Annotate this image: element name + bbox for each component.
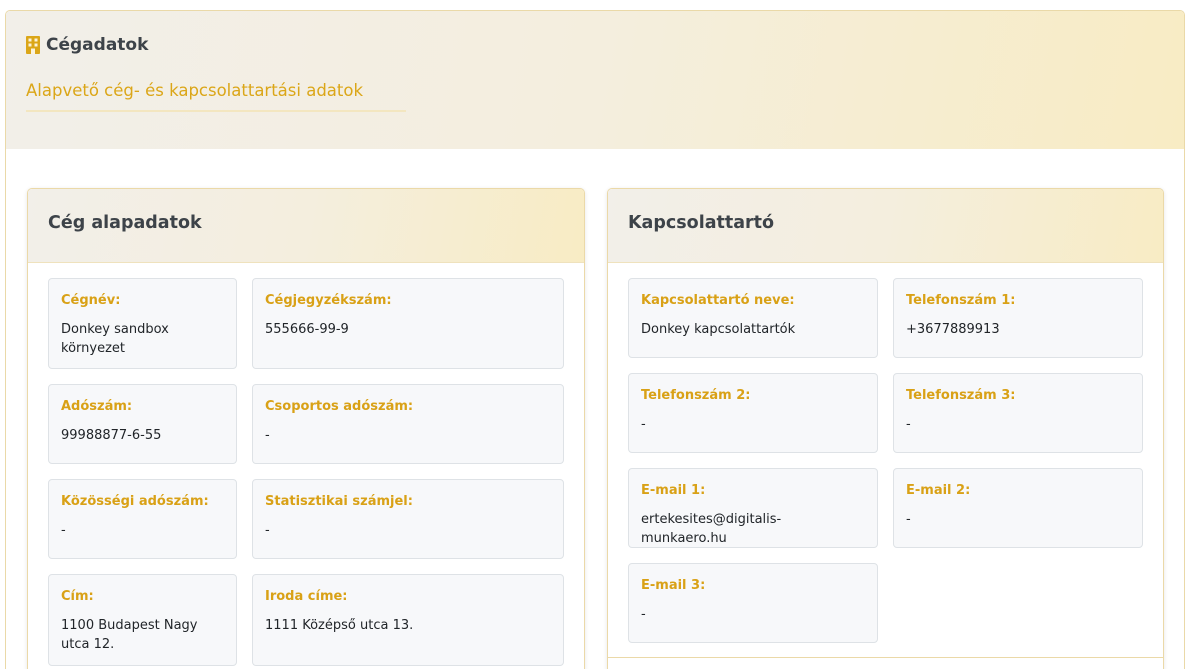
field-label: Telefonszám 2:	[641, 388, 751, 403]
field-value: 1100 Budapest Nagy utca 12.	[61, 618, 198, 652]
field-group-tax-number: Csoportos adószám: -	[252, 384, 564, 464]
field-label: E-mail 3:	[641, 578, 706, 593]
field-label: Kapcsolattartó neve:	[641, 293, 795, 308]
page-title: Cégadatok	[46, 35, 149, 55]
page-subtitle: Alapvető cég- és kapcsolattartási adatok	[26, 81, 406, 112]
field-value: 1111 Középső utca 13.	[265, 618, 414, 633]
field-value: -	[265, 523, 270, 538]
field-phone-3: Telefonszám 3: -	[893, 373, 1143, 453]
field-label: Statisztikai számjel:	[265, 494, 413, 509]
field-label: E-mail 2:	[906, 483, 971, 498]
field-company-name: Cégnév: Donkey sandbox környezet	[48, 278, 237, 369]
field-contact-name: Kapcsolattartó neve: Donkey kapcsolattar…	[628, 278, 878, 358]
page-title-row: Cégadatok	[26, 35, 1164, 55]
field-email-1: E-mail 1: ertekesites@digitalis-munkaero…	[628, 468, 878, 548]
contact-panel-footer	[608, 657, 1163, 669]
field-tax-number: Adószám: 99988877-6-55	[48, 384, 237, 464]
field-value: Donkey sandbox környezet	[61, 322, 169, 356]
contact-title: Kapcsolattartó	[628, 213, 775, 233]
company-basics-title: Cég alapadatok	[48, 213, 202, 233]
field-value: Donkey kapcsolattartók	[641, 322, 796, 337]
field-value: -	[641, 417, 646, 432]
field-label: Csoportos adószám:	[265, 399, 414, 414]
field-value: 555666-99-9	[265, 322, 349, 337]
field-email-2: E-mail 2: -	[893, 468, 1143, 548]
field-phone-2: Telefonszám 2: -	[628, 373, 878, 453]
field-value: -	[906, 417, 911, 432]
field-label: Telefonszám 1:	[906, 293, 1016, 308]
field-label: Telefonszám 3:	[906, 388, 1016, 403]
field-label: Iroda címe:	[265, 589, 348, 604]
contact-panel: Kapcsolattartó Kapcsolattartó neve: Donk…	[607, 188, 1164, 669]
field-label: Adószám:	[61, 399, 133, 414]
field-value: +3677889913	[906, 322, 1000, 337]
contact-header: Kapcsolattartó	[608, 189, 1163, 263]
building-icon	[26, 36, 40, 54]
company-basics-panel: Cég alapadatok Cégnév: Donkey sandbox kö…	[27, 188, 585, 669]
field-value: -	[61, 523, 66, 538]
field-value: -	[641, 607, 646, 622]
field-label: Cégnév:	[61, 293, 121, 308]
field-label: E-mail 1:	[641, 483, 706, 498]
field-label: Cégjegyzékszám:	[265, 293, 392, 308]
field-value: ertekesites@digitalis-munkaero.hu	[641, 512, 782, 546]
field-value: 99988877-6-55	[61, 428, 162, 443]
field-value: -	[906, 512, 911, 527]
field-phone-1: Telefonszám 1: +3677889913	[893, 278, 1143, 358]
page-header: Cégadatok Alapvető cég- és kapcsolattart…	[6, 11, 1184, 149]
field-community-tax-number: Közösségi adószám: -	[48, 479, 237, 559]
field-statistical-code: Statisztikai számjel: -	[252, 479, 564, 559]
field-email-3: E-mail 3: -	[628, 563, 878, 643]
field-value: -	[265, 428, 270, 443]
field-office-address: Iroda címe: 1111 Középső utca 13.	[252, 574, 564, 666]
field-registration-number: Cégjegyzékszám: 555666-99-9	[252, 278, 564, 369]
field-address: Cím: 1100 Budapest Nagy utca 12.	[48, 574, 237, 666]
company-basics-header: Cég alapadatok	[28, 189, 584, 263]
field-label: Közösségi adószám:	[61, 494, 209, 509]
field-label: Cím:	[61, 589, 94, 604]
